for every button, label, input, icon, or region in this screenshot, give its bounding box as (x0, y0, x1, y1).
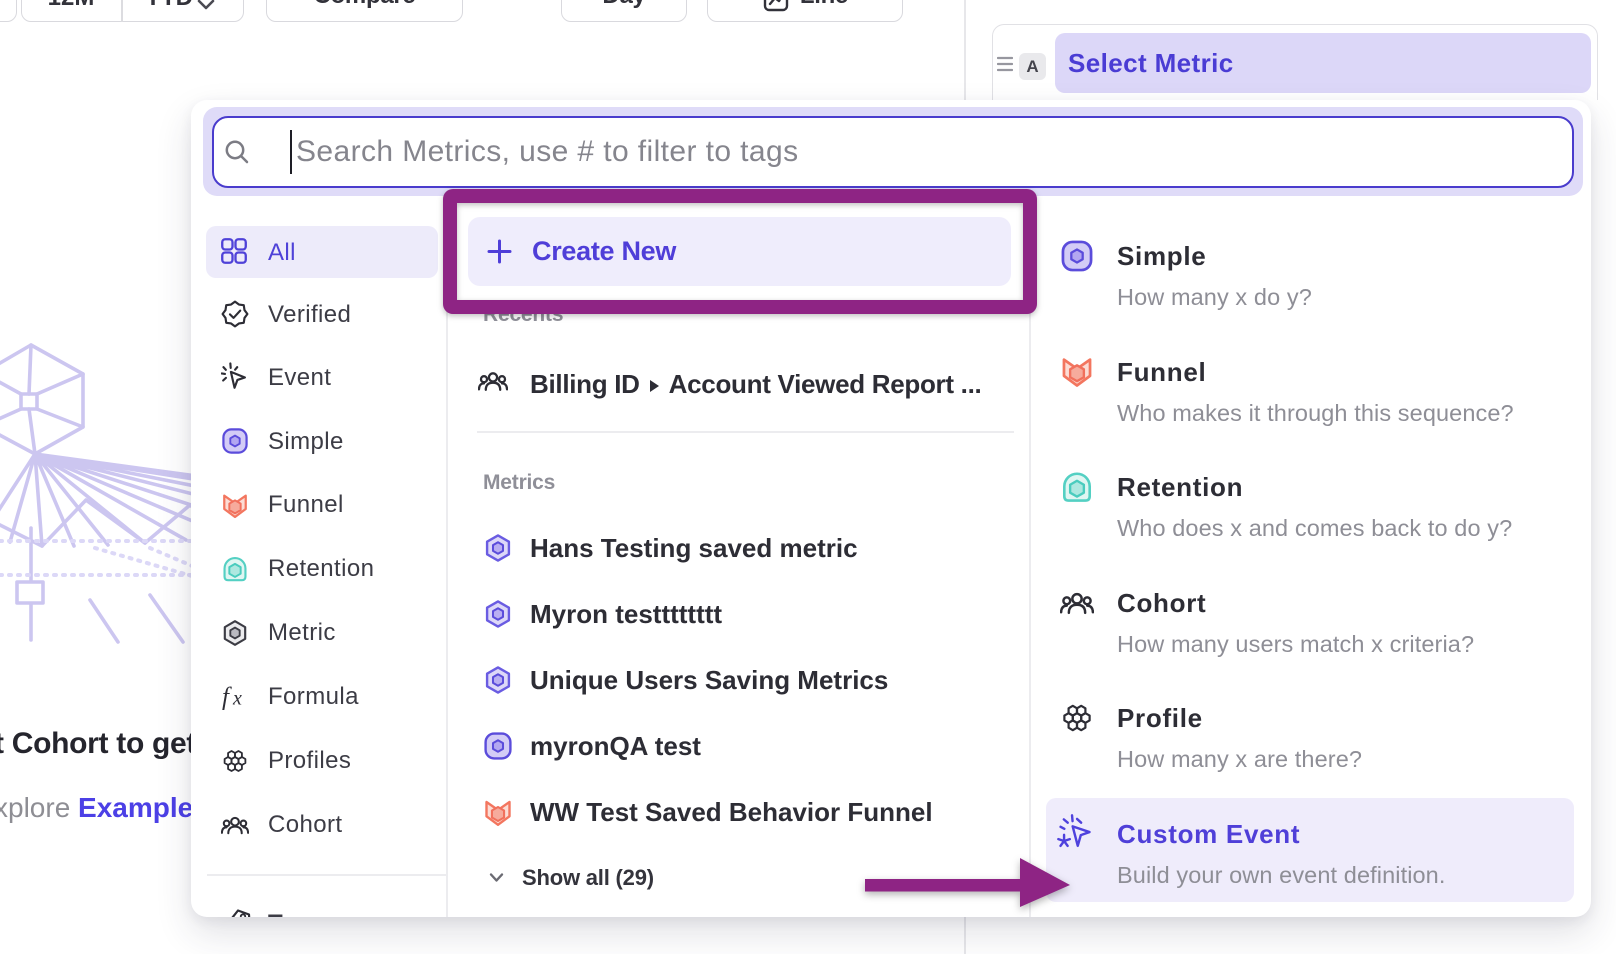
svg-text:x: x (232, 688, 242, 710)
svg-text:f: f (222, 684, 232, 711)
